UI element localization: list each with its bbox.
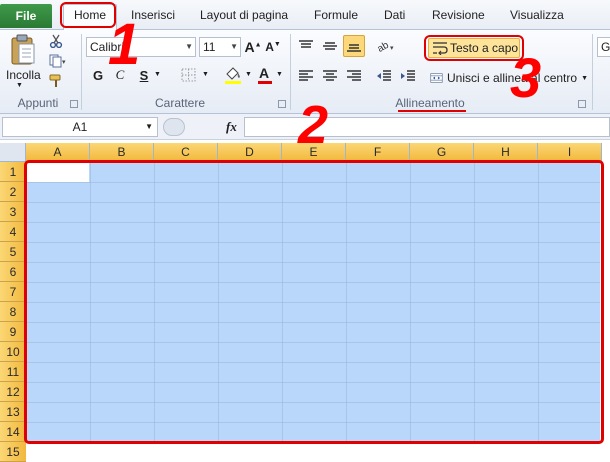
merge-dropdown-icon: ▼ — [581, 74, 588, 82]
borders-dropdown-icon[interactable]: ▼ — [202, 71, 209, 78]
row-header[interactable]: 4 — [0, 222, 26, 242]
align-bottom-button[interactable] — [343, 35, 365, 57]
insert-function-icon[interactable]: fx — [226, 119, 237, 135]
decrease-indent-icon — [377, 70, 391, 81]
font-group-label: Carattere — [154, 96, 206, 110]
group-separator — [81, 34, 82, 110]
align-left-button[interactable] — [296, 66, 316, 86]
font-color-button[interactable]: A — [256, 64, 274, 86]
chevron-down-icon: ▼ — [145, 122, 153, 131]
svg-text:▾: ▾ — [62, 58, 66, 66]
copy-button[interactable]: ▾ — [46, 52, 70, 70]
svg-text:A: A — [259, 65, 269, 81]
chevron-down-icon: ▼ — [230, 42, 238, 51]
tab-visualizza[interactable]: Visualizza — [510, 8, 564, 22]
group-separator — [290, 34, 291, 110]
grow-font-icon: A▲ — [244, 39, 262, 55]
formula-bar-resize-handle[interactable] — [163, 118, 185, 136]
number-format-value: G — [601, 40, 610, 54]
row-header[interactable]: 1 — [0, 162, 26, 182]
svg-text:▾: ▾ — [390, 44, 394, 52]
clipboard-icon — [11, 34, 35, 65]
font-color-dropdown-icon[interactable]: ▼ — [276, 71, 283, 78]
tab-file[interactable]: File — [0, 4, 52, 28]
tab-dati[interactable]: Dati — [384, 8, 405, 22]
align-middle-icon — [323, 42, 337, 50]
row-header[interactable]: 3 — [0, 202, 26, 222]
font-size-value: 11 — [203, 40, 216, 54]
underline-dropdown-icon[interactable]: ▼ — [154, 71, 161, 78]
font-size-select[interactable]: 11 ▼ — [199, 37, 241, 57]
merge-center-button[interactable]: Unisci e allinea al centro ▼ — [430, 68, 588, 88]
wrap-text-highlight — [424, 35, 524, 61]
format-painter-button[interactable] — [46, 72, 66, 90]
font-launcher-icon[interactable] — [278, 100, 286, 108]
merge-cells-icon — [430, 73, 443, 83]
group-separator — [592, 34, 593, 110]
bold-button[interactable]: G — [90, 66, 106, 84]
scissors-icon — [49, 34, 63, 48]
tab-formule[interactable]: Formule — [314, 8, 358, 22]
annotation-number-3: 3 — [510, 46, 542, 109]
align-bottom-icon — [347, 44, 361, 52]
decrease-indent-button[interactable] — [374, 66, 394, 86]
align-right-icon — [347, 70, 361, 81]
row-header[interactable]: 15 — [0, 442, 26, 462]
paste-dropdown-icon[interactable]: ▼ — [16, 82, 23, 89]
align-center-icon — [323, 70, 337, 81]
align-top-icon — [299, 40, 313, 48]
worksheet-grid[interactable]: ABCDEFGHI 1 2 3 4 5 6 7 8 9 10 11 12 13 14 15 — [0, 140, 610, 462]
paintbrush-icon — [49, 74, 61, 87]
row-header[interactable]: 12 — [0, 382, 26, 402]
orientation-button[interactable]: ab ▾ — [376, 36, 398, 56]
align-top-button[interactable] — [296, 36, 316, 56]
align-right-button[interactable] — [344, 66, 364, 86]
selection-highlight — [24, 160, 604, 444]
row-header[interactable]: 10 — [0, 342, 26, 362]
select-all-corner[interactable] — [0, 143, 26, 162]
fill-color-dropdown-icon[interactable]: ▼ — [245, 71, 252, 78]
clipboard-launcher-icon[interactable] — [70, 100, 78, 108]
cut-button[interactable] — [46, 32, 66, 50]
name-box[interactable]: A1 ▼ — [2, 117, 158, 137]
increase-indent-button[interactable] — [398, 66, 418, 86]
row-header[interactable]: 13 — [0, 402, 26, 422]
alignment-launcher-icon[interactable] — [578, 100, 586, 108]
font-name-select[interactable]: Calibri ▼ — [86, 37, 196, 57]
clipboard-group-label: Appunti — [17, 96, 59, 110]
row-header[interactable]: 8 — [0, 302, 26, 322]
copy-icon: ▾ — [49, 54, 66, 68]
shrink-font-button[interactable]: A▼ — [264, 38, 282, 56]
alignment-group-label: Allineamento — [395, 96, 465, 110]
tab-revisione[interactable]: Revisione — [432, 8, 485, 22]
paste-label[interactable]: Incolla — [6, 68, 41, 82]
borders-button[interactable] — [178, 66, 200, 84]
row-header[interactable]: 9 — [0, 322, 26, 342]
alignment-label-underline — [398, 110, 466, 112]
row-header[interactable]: 7 — [0, 282, 26, 302]
row-header[interactable]: 2 — [0, 182, 26, 202]
font-color-icon: A — [258, 65, 272, 84]
text-orientation-icon: ab ▾ — [377, 40, 394, 54]
number-format-select[interactable]: G — [597, 37, 610, 57]
tab-layout-di-pagina[interactable]: Layout di pagina — [200, 8, 288, 22]
row-header[interactable]: 6 — [0, 262, 26, 282]
paste-button[interactable] — [6, 32, 40, 68]
fill-color-button[interactable] — [222, 64, 244, 86]
row-header[interactable]: 5 — [0, 242, 26, 262]
chevron-down-icon: ▼ — [185, 42, 193, 51]
paint-bucket-icon — [225, 67, 241, 84]
name-box-value: A1 — [72, 120, 88, 134]
align-middle-button[interactable] — [320, 36, 340, 56]
borders-icon — [181, 68, 196, 82]
annotation-number-2: 2 — [298, 95, 329, 155]
shrink-font-icon: A▼ — [265, 40, 281, 54]
align-left-icon — [299, 70, 313, 81]
increase-indent-icon — [401, 70, 415, 81]
align-center-button[interactable] — [320, 66, 340, 86]
annotation-number-1: 1 — [108, 12, 141, 77]
row-header[interactable]: 14 — [0, 422, 26, 442]
grow-font-button[interactable]: A▲ — [244, 38, 262, 56]
row-header[interactable]: 11 — [0, 362, 26, 382]
